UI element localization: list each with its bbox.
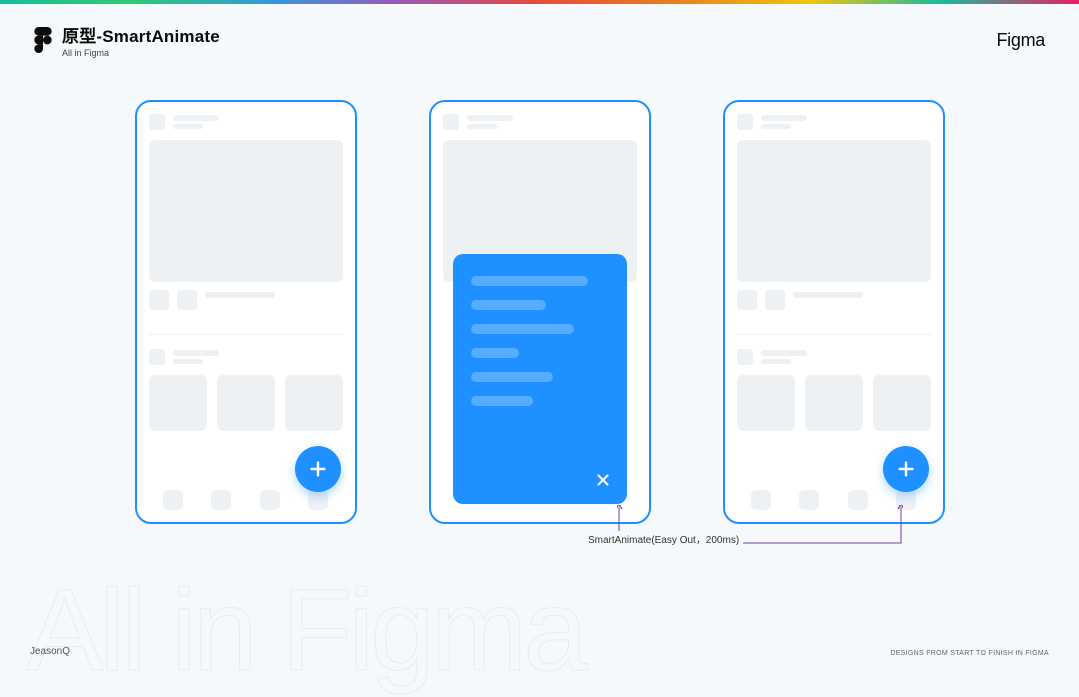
placeholder-nav-item (211, 490, 231, 510)
placeholder-avatar (149, 114, 165, 130)
brand-label: Figma (996, 30, 1045, 51)
placeholder-bar (793, 292, 863, 298)
placeholder-chip (177, 290, 197, 310)
placeholder-avatar (443, 114, 459, 130)
sheet-line (471, 276, 588, 286)
placeholder-header-row (149, 114, 343, 130)
placeholder-line (761, 350, 807, 356)
placeholder-meta-row (149, 290, 343, 310)
placeholder-nav-item (260, 490, 280, 510)
placeholder-header-row (737, 349, 931, 365)
placeholder-bar (205, 292, 275, 298)
fab-add-button[interactable] (295, 446, 341, 492)
placeholder-thumbs (737, 375, 931, 431)
plus-icon (307, 458, 329, 480)
placeholder-nav-item (308, 490, 328, 510)
placeholder-header-row (149, 349, 343, 365)
placeholder-line (761, 115, 807, 121)
placeholder-thumb (285, 375, 343, 431)
header-left: 原型-SmartAnimate All in Figma (34, 22, 220, 58)
footer-author: JeasonQ (30, 646, 70, 657)
placeholder-thumbs (149, 375, 343, 431)
bottom-sheet (453, 254, 627, 504)
placeholder-avatar (737, 349, 753, 365)
background-watermark: All in Figma (0, 563, 1079, 697)
fab-add-button[interactable] (883, 446, 929, 492)
placeholder-thumb (737, 375, 795, 431)
sheet-line (471, 348, 519, 358)
placeholder-nav-item (751, 490, 771, 510)
placeholder-header-row (443, 114, 637, 130)
page-subtitle: All in Figma (62, 48, 220, 58)
sheet-line (471, 324, 575, 334)
close-icon (594, 471, 612, 489)
placeholder-hero (737, 140, 931, 282)
placeholder-chip (765, 290, 785, 310)
title-block: 原型-SmartAnimate All in Figma (62, 22, 220, 58)
placeholder-chip (149, 290, 169, 310)
header: 原型-SmartAnimate All in Figma Figma (0, 4, 1079, 58)
sheet-line (471, 372, 554, 382)
placeholder-avatar (149, 349, 165, 365)
placeholder-line (173, 359, 203, 364)
phone-frame-3 (723, 100, 945, 524)
placeholder-header-row (737, 114, 931, 130)
placeholder-thumb (217, 375, 275, 431)
placeholder-nav-item (848, 490, 868, 510)
phone-frame-2 (429, 100, 651, 524)
placeholder-line (173, 115, 219, 121)
placeholder-line (761, 124, 791, 129)
placeholder-nav-item (163, 490, 183, 510)
placeholder-meta-row (737, 290, 931, 310)
placeholder-nav-item (799, 490, 819, 510)
plus-icon (895, 458, 917, 480)
placeholder-line (467, 124, 497, 129)
sheet-line (471, 396, 533, 406)
divider (149, 334, 343, 335)
placeholder-line (467, 115, 513, 121)
phone-frame-1 (135, 100, 357, 524)
page-title: 原型-SmartAnimate (62, 22, 220, 47)
placeholder-line (173, 350, 219, 356)
frames-canvas (0, 100, 1079, 524)
placeholder-thumb (873, 375, 931, 431)
placeholder-line (173, 124, 203, 129)
placeholder-thumb (149, 375, 207, 431)
placeholder-thumb (805, 375, 863, 431)
footer-tagline: DESIGNS FROM START TO FINISH IN FIGMA (890, 650, 1049, 657)
divider (737, 334, 931, 335)
figma-logo-icon (34, 27, 52, 53)
connector-label: SmartAnimate(Easy Out，200ms) (584, 531, 743, 546)
placeholder-avatar (737, 114, 753, 130)
placeholder-hero (149, 140, 343, 282)
sheet-close-button[interactable] (591, 468, 615, 492)
sheet-line (471, 300, 547, 310)
placeholder-line (761, 359, 791, 364)
placeholder-nav-item (896, 490, 916, 510)
placeholder-chip (737, 290, 757, 310)
